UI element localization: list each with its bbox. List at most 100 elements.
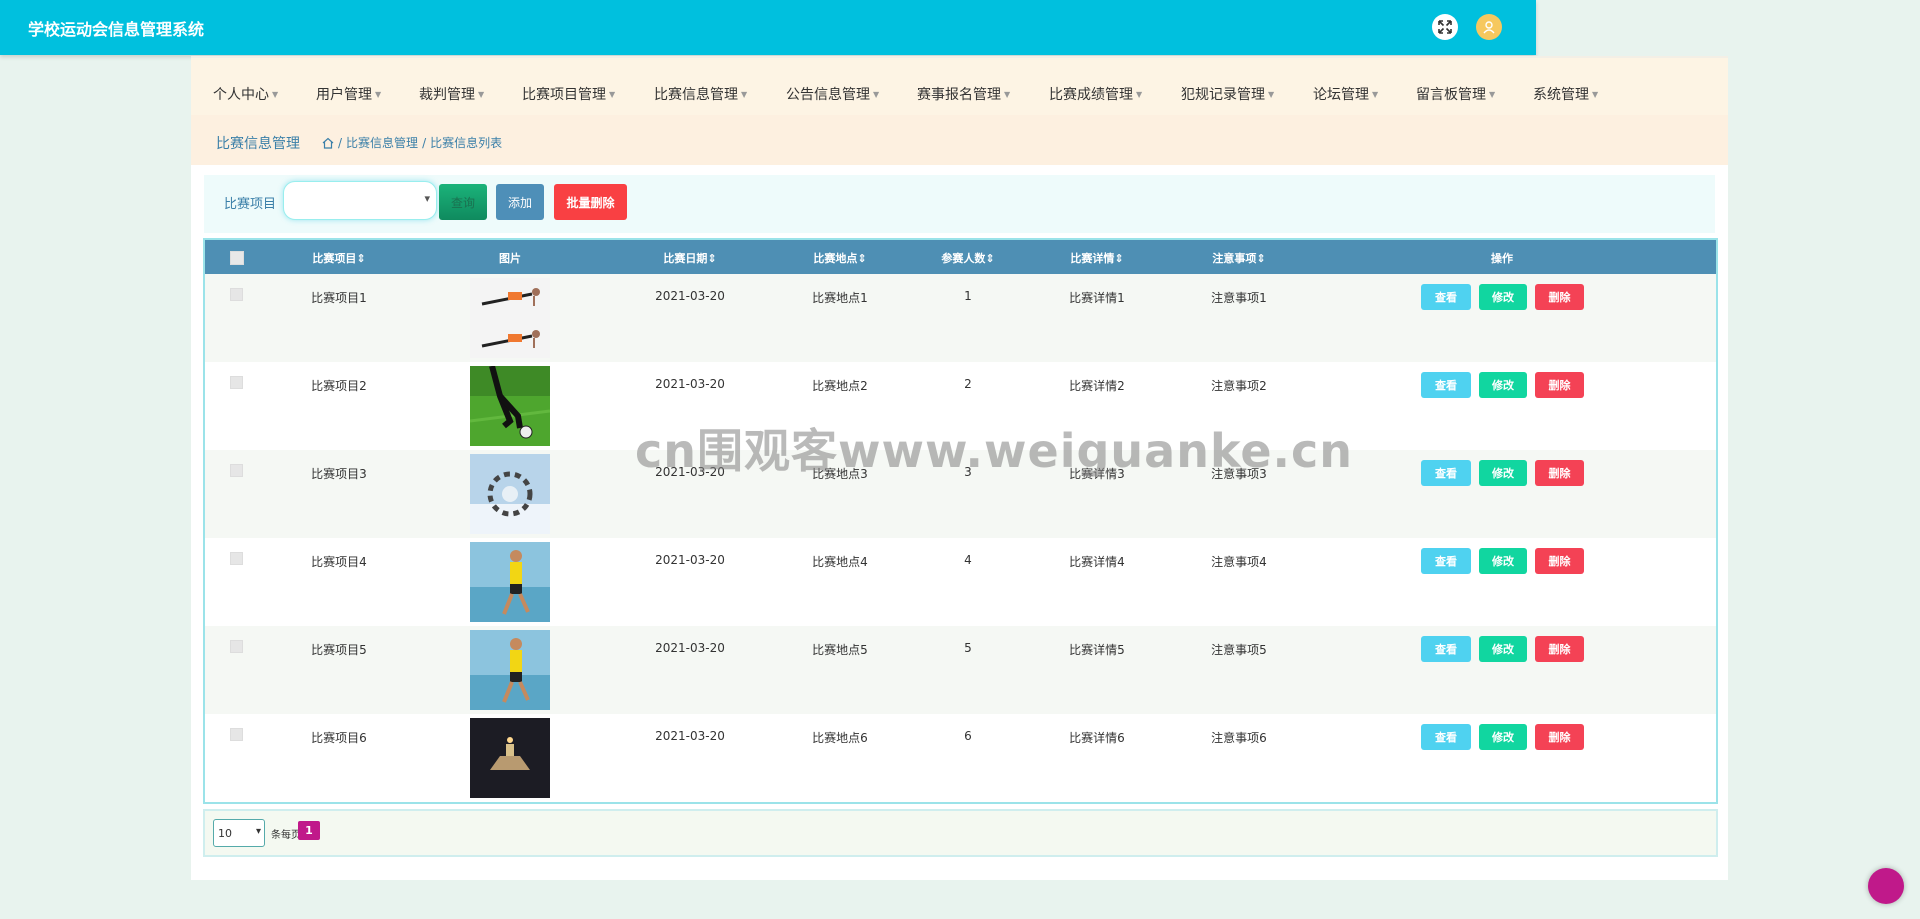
delete-button[interactable]: 删除 xyxy=(1535,460,1584,486)
search-project-select[interactable]: ▾ xyxy=(283,181,437,220)
sort-icon: ⇕ xyxy=(356,252,366,265)
chevron-down-icon: ▼ xyxy=(375,90,382,99)
add-button[interactable]: 添加 xyxy=(496,184,544,220)
nav-notice-management[interactable]: 公告信息管理 ▼ xyxy=(786,84,879,104)
edit-button[interactable]: 修改 xyxy=(1479,372,1527,398)
nav-personal-center[interactable]: 个人中心 ▼ xyxy=(213,84,278,104)
view-button[interactable]: 查看 xyxy=(1421,724,1471,750)
nav-message-board-management[interactable]: 留言板管理 ▼ xyxy=(1416,84,1495,104)
edit-button[interactable]: 修改 xyxy=(1479,548,1527,574)
fullscreen-icon xyxy=(1438,20,1452,34)
edit-button[interactable]: 修改 xyxy=(1479,636,1527,662)
chevron-down-icon: ▼ xyxy=(1372,90,1379,99)
view-button[interactable]: 查看 xyxy=(1421,284,1471,310)
nav-foul-management[interactable]: 犯规记录管理 ▼ xyxy=(1181,84,1274,104)
floating-action-button[interactable] xyxy=(1868,868,1904,904)
header-participants[interactable]: 参赛人数⇕ xyxy=(941,250,994,266)
delete-button[interactable]: 删除 xyxy=(1535,548,1584,574)
nav-score-management[interactable]: 比赛成绩管理 ▼ xyxy=(1049,84,1142,104)
row-checkbox[interactable] xyxy=(230,552,243,565)
cell-date: 2021-03-20 xyxy=(655,377,725,391)
cell-details: 比赛详情6 xyxy=(1069,731,1125,745)
header-project[interactable]: 比赛项目⇕ xyxy=(312,250,365,266)
edit-button[interactable]: 修改 xyxy=(1479,460,1527,486)
chevron-down-icon: ▼ xyxy=(609,90,616,99)
fullscreen-button[interactable] xyxy=(1432,14,1458,40)
chevron-down-icon: ▼ xyxy=(272,90,279,99)
cell-project: 比赛项目6 xyxy=(311,731,367,745)
delete-button[interactable]: 删除 xyxy=(1535,636,1584,662)
cell-details: 比赛详情2 xyxy=(1069,379,1125,393)
breadcrumb: / 比赛信息管理 / 比赛信息列表 xyxy=(322,134,502,151)
view-button[interactable]: 查看 xyxy=(1421,636,1471,662)
event-image xyxy=(470,454,550,534)
home-icon[interactable] xyxy=(322,137,334,149)
chevron-down-icon: ▼ xyxy=(1592,90,1599,99)
chevron-down-icon: ▼ xyxy=(1268,90,1275,99)
header-date[interactable]: 比赛日期⇕ xyxy=(663,250,716,266)
cell-location: 比赛地点1 xyxy=(812,291,868,305)
edit-button[interactable]: 修改 xyxy=(1479,724,1527,750)
search-project-label: 比赛项目 xyxy=(224,197,277,212)
delete-button[interactable]: 删除 xyxy=(1535,284,1584,310)
nav-registration-management[interactable]: 赛事报名管理 ▼ xyxy=(917,84,1010,104)
cell-notes: 注意事项6 xyxy=(1211,731,1267,745)
breadcrumb-level1[interactable]: 比赛信息管理 xyxy=(346,134,418,151)
nav-forum-management[interactable]: 论坛管理 ▼ xyxy=(1313,84,1378,104)
view-button[interactable]: 查看 xyxy=(1421,460,1471,486)
header-actions: 操作 xyxy=(1491,252,1513,265)
edit-button[interactable]: 修改 xyxy=(1479,284,1527,310)
delete-button[interactable]: 删除 xyxy=(1535,372,1584,398)
table-row: 比赛项目1 2021-03-20 比赛地点1 1 比赛详情1 注意事项1 查看 … xyxy=(205,274,1716,362)
chevron-down-icon: ▾ xyxy=(424,192,430,205)
sort-icon: ⇕ xyxy=(857,252,867,265)
cell-location: 比赛地点6 xyxy=(812,731,868,745)
row-checkbox[interactable] xyxy=(230,376,243,389)
query-button[interactable]: 查询 xyxy=(439,184,487,220)
breadcrumb-separator: / xyxy=(422,135,427,150)
data-table: 比赛项目⇕ 图片 比赛日期⇕ 比赛地点⇕ 参赛人数⇕ 比赛详情⇕ 注意事项⇕ 操… xyxy=(203,238,1718,804)
row-checkbox[interactable] xyxy=(230,288,243,301)
top-bar: 学校运动会信息管理系统 xyxy=(0,0,1536,55)
cell-participants: 6 xyxy=(964,729,972,743)
cell-location: 比赛地点4 xyxy=(812,555,868,569)
delete-button[interactable]: 删除 xyxy=(1535,724,1584,750)
page-1-button[interactable]: 1 xyxy=(298,821,320,840)
cell-location: 比赛地点5 xyxy=(812,643,868,657)
cell-date: 2021-03-20 xyxy=(655,729,725,743)
header-notes[interactable]: 注意事项⇕ xyxy=(1212,250,1265,266)
cell-notes: 注意事项4 xyxy=(1211,555,1267,569)
cell-notes: 注意事项2 xyxy=(1211,379,1267,393)
nav-user-management[interactable]: 用户管理 ▼ xyxy=(316,84,381,104)
header-location[interactable]: 比赛地点⇕ xyxy=(813,250,866,266)
cell-project: 比赛项目5 xyxy=(311,643,367,657)
view-button[interactable]: 查看 xyxy=(1421,548,1471,574)
header-details[interactable]: 比赛详情⇕ xyxy=(1070,250,1123,266)
nav-system-management[interactable]: 系统管理 ▼ xyxy=(1533,84,1598,104)
watermark: cn围观客www.weiguanke.cn xyxy=(635,424,1354,478)
cell-date: 2021-03-20 xyxy=(655,553,725,567)
select-all-checkbox[interactable] xyxy=(230,251,244,265)
search-bar: 比赛项目 ▾ 查询 添加 批量删除 xyxy=(204,175,1715,233)
event-image xyxy=(470,630,550,710)
nav-event-project-management[interactable]: 比赛项目管理 ▼ xyxy=(522,84,615,104)
user-avatar-button[interactable] xyxy=(1476,14,1502,40)
row-checkbox[interactable] xyxy=(230,464,243,477)
nav-referee-management[interactable]: 裁判管理 ▼ xyxy=(419,84,484,104)
breadcrumb-bar: 比赛信息管理 / 比赛信息管理 / 比赛信息列表 xyxy=(191,115,1728,165)
nav-event-info-management[interactable]: 比赛信息管理 ▼ xyxy=(654,84,747,104)
cell-details: 比赛详情1 xyxy=(1069,291,1125,305)
chevron-down-icon: ▾ xyxy=(255,826,261,837)
row-checkbox[interactable] xyxy=(230,640,243,653)
row-checkbox[interactable] xyxy=(230,728,243,741)
user-avatar-icon xyxy=(1483,21,1495,34)
cell-participants: 4 xyxy=(964,553,972,567)
event-image xyxy=(470,542,550,622)
event-image xyxy=(470,278,550,358)
view-button[interactable]: 查看 xyxy=(1421,372,1471,398)
cell-participants: 2 xyxy=(964,377,972,391)
chevron-down-icon: ▼ xyxy=(873,90,880,99)
page-size-value: 10 xyxy=(218,827,232,840)
page-size-select[interactable]: 10 ▾ xyxy=(213,819,265,847)
batch-delete-button[interactable]: 批量删除 xyxy=(554,184,627,220)
